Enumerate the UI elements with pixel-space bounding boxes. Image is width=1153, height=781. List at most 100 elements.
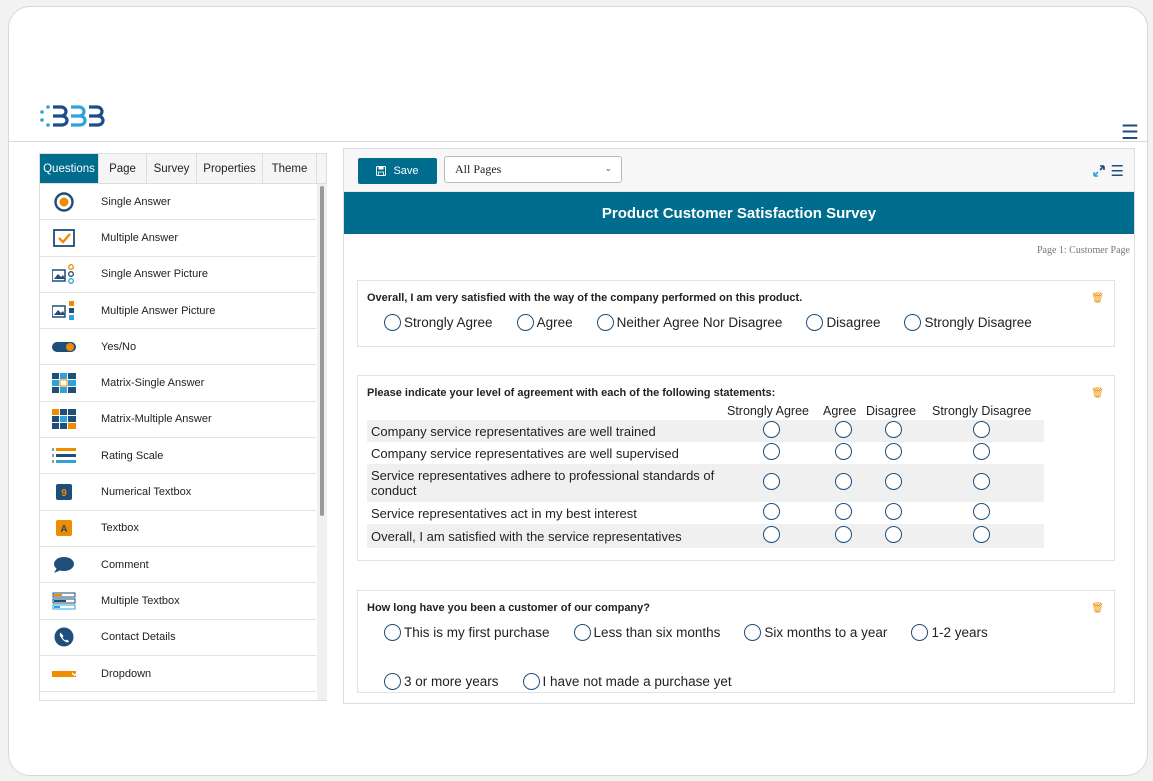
save-button[interactable]: Save [358, 158, 437, 184]
radio-circle[interactable] [384, 624, 401, 641]
trash-icon[interactable]: 🗑 [1091, 388, 1104, 399]
picture-radio-icon [52, 264, 76, 285]
palette-item-rating-scale[interactable]: Rating Scale [40, 438, 316, 475]
radio-circle[interactable] [884, 473, 902, 490]
radio-circle[interactable] [763, 526, 780, 543]
radio-circle[interactable] [973, 421, 990, 438]
scrollbar-thumb[interactable] [320, 186, 324, 516]
option-label: Disagree [826, 315, 881, 330]
option-label: Agree [536, 315, 573, 330]
header-divider [9, 141, 1147, 142]
radio-circle[interactable] [834, 526, 852, 543]
option-label: Strongly Agree [404, 315, 493, 330]
palette-item-multiple-textbox[interactable]: Multiple Textbox [40, 583, 316, 620]
radio-circle[interactable] [763, 503, 780, 520]
radio-circle[interactable] [573, 624, 591, 641]
radio-circle[interactable] [834, 421, 852, 438]
svg-text:9: 9 [61, 488, 67, 499]
hamburger-icon[interactable]: ☰ [1121, 123, 1139, 143]
radio-option[interactable]: 3 or more years [384, 673, 499, 690]
tab-properties[interactable]: Properties [197, 154, 263, 183]
radio-circle[interactable] [973, 526, 990, 543]
radio-circle[interactable] [834, 443, 852, 460]
tab-theme[interactable]: Theme [263, 154, 317, 183]
radio-circle[interactable] [596, 314, 614, 331]
trash-icon[interactable]: 🗑 [1091, 603, 1104, 614]
dropdown-icon [52, 664, 76, 684]
palette-item-contact-details[interactable]: Contact Details [40, 620, 316, 656]
matrix-single-icon [52, 373, 76, 394]
palette-item-single-answer-picture[interactable]: Single Answer Picture [40, 257, 316, 293]
radio-circle[interactable] [522, 673, 540, 690]
radio-circle[interactable] [911, 624, 929, 641]
radio-circle[interactable] [884, 503, 902, 520]
radio-circle[interactable] [834, 503, 852, 520]
editor-toolbar: Save All Pages ⌄ ☰ [344, 149, 1134, 192]
palette-item-yes-no[interactable]: Yes/No [40, 329, 316, 366]
palette-item-dropdown[interactable]: Dropdown [40, 656, 316, 693]
palette-item-matrix-multiple-answer[interactable]: Matrix-Multiple Answer [40, 402, 316, 439]
radio-circle[interactable] [384, 673, 401, 690]
palette-scrollbar[interactable] [317, 184, 327, 700]
radio-option[interactable]: Six months to a year [744, 624, 887, 641]
radio-circle[interactable] [763, 443, 780, 460]
toggle-icon [52, 337, 76, 357]
palette-item-label: Multiple Answer Picture [101, 304, 216, 317]
radio-option[interactable]: Less than six months [573, 624, 720, 641]
matrix-row: Service representatives adhere to profes… [367, 464, 1044, 502]
matrix-row-label: Company service representatives are well… [367, 442, 724, 464]
palette-item-multiple-answer-picture[interactable]: Multiple Answer Picture [40, 293, 316, 330]
radio-circle[interactable] [744, 624, 762, 641]
chevron-down-icon: ⌄ [604, 163, 612, 173]
tab-page[interactable]: Page [99, 154, 147, 183]
radio-option[interactable]: Strongly Disagree [904, 314, 1032, 331]
question-palette-panel: Questions Page Survey Properties Theme S… [39, 153, 327, 703]
bdb-logo-icon [40, 105, 105, 127]
radio-option[interactable]: I have not made a purchase yet [522, 673, 732, 690]
radio-option[interactable]: Strongly Agree [384, 314, 493, 331]
radio-circle[interactable] [763, 473, 780, 490]
radio-circle[interactable] [516, 314, 534, 331]
palette-item-multiple-answer[interactable]: Multiple Answer [40, 220, 316, 257]
radio-circle[interactable] [384, 314, 401, 331]
radio-circle[interactable] [904, 314, 922, 331]
palette-item-matrix-single-answer[interactable]: Matrix-Single Answer [40, 365, 316, 402]
radio-option[interactable]: Agree [516, 314, 573, 331]
page-select-dropdown[interactable]: All Pages ⌄ [444, 156, 622, 183]
radio-option[interactable]: Neither Agree Nor Disagree [596, 314, 782, 331]
radio-circle[interactable] [884, 421, 902, 438]
radio-circle[interactable] [834, 473, 852, 490]
palette-item-label: Contact Details [101, 631, 176, 644]
hamburger-icon[interactable]: ☰ [1111, 162, 1124, 180]
radio-option[interactable]: 1-2 years [911, 624, 988, 641]
numeric-textbox-icon: 9 [52, 482, 76, 502]
expand-arrows-icon[interactable] [1092, 165, 1105, 177]
radio-circle[interactable] [973, 503, 990, 520]
radio-circle[interactable] [884, 526, 902, 543]
trash-icon[interactable]: 🗑 [1091, 293, 1104, 304]
radio-circle[interactable] [973, 473, 990, 490]
radio-option[interactable]: Disagree [806, 314, 880, 331]
palette-item-numerical-textbox[interactable]: 9 Numerical Textbox [40, 474, 316, 511]
matrix-row: Company service representatives are well… [367, 442, 1044, 464]
matrix-column-header: Strongly Disagree [932, 404, 1032, 418]
page-select-value: All Pages [455, 162, 502, 176]
radio-circle[interactable] [884, 443, 902, 460]
option-label: 3 or more years [404, 674, 499, 689]
option-label: I have not made a purchase yet [542, 674, 732, 689]
question-card-1[interactable]: Overall, I am very satisfied with the wa… [357, 280, 1115, 347]
radio-circle[interactable] [973, 443, 990, 460]
question-card-2[interactable]: Please indicate your level of agreement … [357, 375, 1115, 561]
matrix-multiple-icon [52, 409, 76, 430]
palette-item-comment[interactable]: Comment [40, 547, 316, 584]
radio-circle[interactable] [763, 421, 780, 438]
tab-survey[interactable]: Survey [147, 154, 197, 183]
radio-option[interactable]: This is my first purchase [384, 624, 550, 641]
radio-circle[interactable] [806, 314, 824, 331]
checkbox-icon [52, 228, 76, 248]
tab-questions[interactable]: Questions [40, 154, 99, 183]
palette-item-single-answer[interactable]: Single Answer [40, 184, 316, 221]
palette-item-textbox[interactable]: A Textbox [40, 511, 316, 547]
question-card-3[interactable]: How long have you been a customer of our… [357, 590, 1115, 693]
panel-tabs: Questions Page Survey Properties Theme [39, 153, 327, 184]
